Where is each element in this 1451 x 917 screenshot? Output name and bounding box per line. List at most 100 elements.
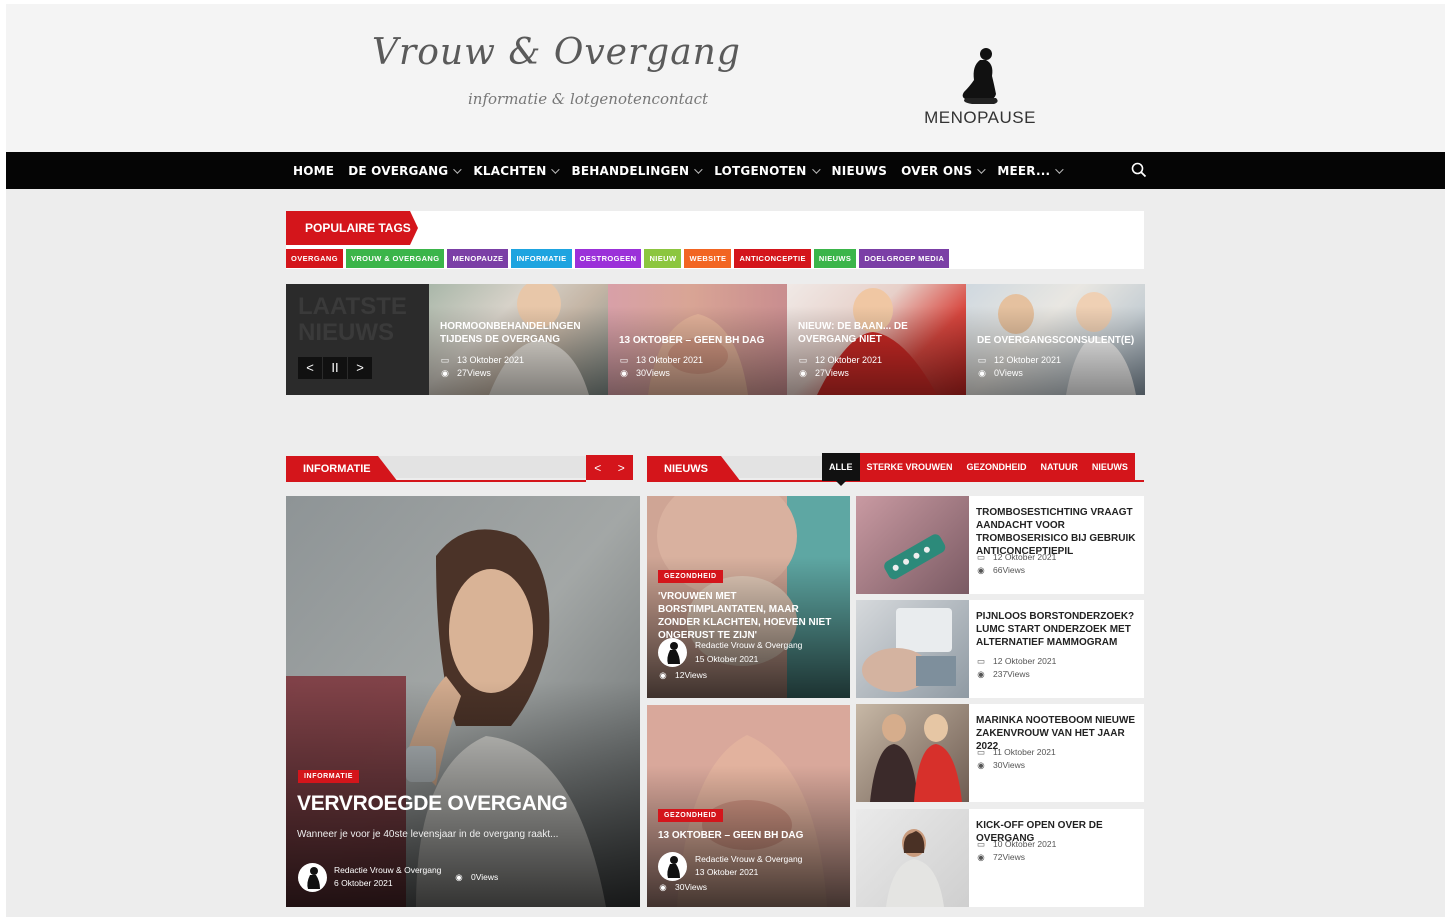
featured-article-excerpt: Wanneer je voor je 40ste levensjaar in d…: [297, 829, 559, 840]
list-item-views: ◉ 72Views: [977, 852, 1025, 862]
nav-item-label[interactable]: BEHANDELINGEN: [571, 164, 689, 178]
eye-icon: ◉: [977, 852, 985, 862]
card-author[interactable]: Redactie Vrouw & Overgang: [695, 640, 802, 650]
latest-item-date: ▭ 13 Oktober 2021: [440, 355, 525, 365]
tag-chip[interactable]: MENOPAUZE: [447, 249, 509, 268]
chevron-down-icon[interactable]: [694, 164, 703, 174]
nieuws-card[interactable]: GEZONDHEID 13 OKTOBER – GEEN BH DAG Reda…: [647, 705, 850, 907]
latest-item-title[interactable]: HORMOONBEHANDELINGEN TIJDENS DE OVERGANG: [440, 320, 602, 346]
nav-item-label[interactable]: MEER...: [997, 164, 1050, 178]
card-category-badge[interactable]: GEZONDHEID: [658, 809, 723, 822]
nieuws-list-item[interactable]: PIJNLOOS BORSTONDERZOEK? LUMC START ONDE…: [856, 600, 1144, 698]
latest-item-title[interactable]: NIEUW: DE BAAN... DE OVERGANG NIET: [798, 320, 960, 346]
latest-item-title[interactable]: DE OVERGANGSCONSULENT(E): [977, 334, 1139, 347]
nav-item-label[interactable]: KLACHTEN: [473, 164, 546, 178]
slider-next-icon[interactable]: >: [618, 461, 625, 475]
tag-chip[interactable]: DOELGROEP MEDIA: [859, 249, 950, 268]
nav-item[interactable]: MEER...: [997, 164, 1064, 178]
filter-tab[interactable]: NIEUWS: [1084, 453, 1135, 481]
article-thumbnail: [856, 496, 969, 594]
filter-tab[interactable]: STERKE VROUWEN: [859, 453, 960, 481]
site-logo-title[interactable]: Vrouw & Overgang: [372, 32, 741, 73]
nav-item-label[interactable]: OVER ONS: [901, 164, 972, 178]
filter-tab[interactable]: NATUUR: [1033, 453, 1085, 481]
eye-icon: ◉: [977, 565, 985, 575]
nav-item[interactable]: HOME: [293, 164, 334, 178]
featured-article-image: [286, 496, 640, 907]
eye-icon: ◉: [977, 669, 985, 679]
tag-chip[interactable]: INFORMATIE: [511, 249, 572, 268]
slider-prev-icon[interactable]: <: [594, 461, 601, 475]
nav-item-label[interactable]: DE OVERGANG: [348, 164, 448, 178]
tag-chip[interactable]: NIEUW: [644, 249, 682, 268]
list-item-date: ▭ 12 Oktober 2021: [976, 656, 1057, 666]
tag-chip[interactable]: WEBSITE: [684, 249, 732, 268]
card-views: ◉ 12Views: [659, 670, 707, 680]
author-avatar[interactable]: [658, 638, 687, 667]
latest-news-ticker: LAATSTE NIEUWS < II > HORMOONBEHANDELING…: [286, 284, 1145, 395]
calendar-icon: ▭: [976, 839, 986, 849]
chevron-down-icon[interactable]: [1055, 164, 1064, 174]
nav-item[interactable]: BEHANDELINGEN: [571, 164, 703, 178]
nieuws-list-item[interactable]: KICK-OFF OPEN OVER DE OVERGANG ▭ 10 Oktob…: [856, 809, 1144, 907]
nieuws-card[interactable]: GEZONDHEID 'VROUWEN MET BORSTIMPLANTATEN…: [647, 496, 850, 698]
tag-chip[interactable]: OESTROGEEN: [574, 249, 642, 268]
popular-tags-widget: POPULAIRE TAGS OVERGANG VROUW & OVERGANG M…: [286, 211, 1144, 269]
list-item-date: ▭ 11 Oktober 2021: [976, 747, 1056, 757]
filter-tab[interactable]: GEZONDHEID: [959, 453, 1034, 481]
nav-item[interactable]: OVER ONS: [901, 164, 987, 178]
list-item-title[interactable]: PIJNLOOS BORSTONDERZOEK? LUMC START ONDE…: [976, 610, 1138, 649]
ticker-prev-button[interactable]: <: [298, 357, 322, 379]
calendar-icon: ▭: [976, 552, 986, 562]
informatie-slider-arrows[interactable]: < >: [586, 455, 633, 480]
card-category-badge[interactable]: GEZONDHEID: [658, 570, 723, 583]
nav-item[interactable]: NIEUWS: [832, 164, 888, 178]
featured-article[interactable]: INFORMATIE VERVROEGDE OVERGANG Wanneer j…: [286, 496, 640, 907]
featured-article-title[interactable]: VERVROEGDE OVERGANG: [297, 792, 568, 816]
chevron-down-icon[interactable]: [551, 164, 561, 174]
latest-news-item[interactable]: DE OVERGANGSCONSULENT(E) ▭ 12 Oktober 202…: [966, 284, 1145, 395]
latest-item-date: ▭ 12 Oktober 2021: [977, 355, 1062, 365]
calendar-icon: ▭: [976, 747, 986, 757]
tag-chip[interactable]: VROUW & OVERGANG: [345, 249, 445, 268]
latest-item-views: ◉ 0Views: [978, 368, 1023, 378]
menopause-logo[interactable]: MENOPAUSE: [920, 46, 1040, 132]
latest-news-item[interactable]: HORMOONBEHANDELINGEN TIJDENS DE OVERGANG…: [429, 284, 608, 395]
author-avatar[interactable]: [658, 852, 687, 881]
latest-item-views: ◉ 27Views: [799, 368, 849, 378]
nieuws-list-item[interactable]: TROMBOSESTICHTING VRAAGT AANDACHT VOOR T…: [856, 496, 1144, 594]
nav-item-label[interactable]: LOTGENOTEN: [714, 164, 806, 178]
filter-tab[interactable]: ALLE: [822, 453, 860, 486]
eye-icon: ◉: [441, 368, 449, 378]
eye-icon: ◉: [659, 670, 667, 680]
article-thumbnail: [856, 600, 969, 698]
featured-date: 6 Oktober 2021: [334, 878, 393, 888]
card-author[interactable]: Redactie Vrouw & Overgang: [695, 854, 802, 864]
ticker-next-button[interactable]: >: [348, 357, 372, 379]
tag-chip[interactable]: OVERGANG: [286, 249, 343, 268]
nav-item[interactable]: KLACHTEN: [473, 164, 561, 178]
tag-chip[interactable]: NIEUWS: [813, 249, 857, 268]
chevron-down-icon[interactable]: [453, 164, 463, 174]
tag-list: OVERGANG VROUW & OVERGANG MENOPAUZE INFORMA…: [286, 249, 952, 268]
list-item-title[interactable]: TROMBOSESTICHTING VRAAGT AANDACHT VOOR T…: [976, 506, 1138, 558]
nav-item-label[interactable]: HOME: [293, 164, 334, 178]
nav-item[interactable]: DE OVERGANG: [348, 164, 463, 178]
search-icon[interactable]: [1130, 161, 1148, 179]
author-avatar[interactable]: [298, 863, 327, 892]
featured-category-badge[interactable]: INFORMATIE: [298, 770, 360, 783]
nieuws-card-title[interactable]: 13 OKTOBER – GEEN BH DAG: [658, 829, 843, 842]
ticker-pause-button[interactable]: II: [323, 357, 347, 379]
tag-chip[interactable]: ANTICONCEPTIE: [734, 249, 811, 268]
chevron-down-icon[interactable]: [811, 164, 821, 174]
latest-item-title[interactable]: 13 OKTOBER – GEEN BH DAG: [619, 334, 781, 347]
latest-news-item[interactable]: 13 OKTOBER – GEEN BH DAG ▭ 13 Oktober 202…: [608, 284, 787, 395]
latest-news-item[interactable]: NIEUW: DE BAAN... DE OVERGANG NIET ▭ 12 O…: [787, 284, 966, 395]
nieuws-list-item[interactable]: MARINKA NOOTEBOOM NIEUWE ZAKENVROUW VAN …: [856, 704, 1144, 802]
featured-author[interactable]: Redactie Vrouw & Overgang: [334, 865, 441, 875]
nieuws-card-title[interactable]: 'VROUWEN MET BORSTIMPLANTATEN, MAAR ZOND…: [658, 590, 843, 642]
nav-item-label[interactable]: NIEUWS: [832, 164, 888, 178]
nav-item[interactable]: LOTGENOTEN: [714, 164, 821, 178]
nav-items: HOME DE OVERGANG KLACHTEN BEHANDELINGEN LOTG…: [293, 152, 1075, 189]
chevron-down-icon[interactable]: [977, 164, 987, 174]
